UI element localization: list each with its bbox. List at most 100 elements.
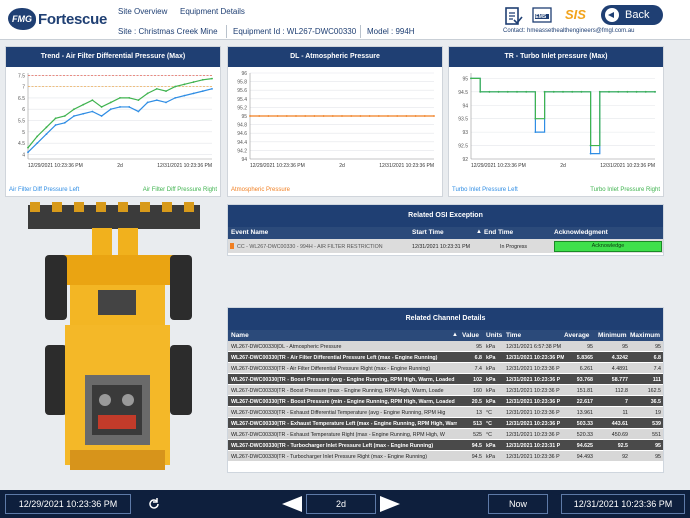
channel-row[interactable]: WL267-DWC00330|TR - Exhaust Temperature … — [228, 418, 663, 429]
iems-icon[interactable]: IEMS — [531, 6, 553, 26]
data-point — [368, 115, 371, 117]
data-point — [304, 115, 307, 117]
col-maximum[interactable]: Maximum — [630, 332, 660, 339]
channel-row[interactable]: WL267-DWC00330|TR - Exhaust Differential… — [228, 407, 663, 418]
refresh-icon[interactable] — [147, 497, 161, 511]
col-time[interactable]: Time — [506, 332, 521, 339]
channel-row[interactable]: WL267-DWC00330|TR - Turbocharger Inlet P… — [228, 440, 663, 451]
company-logo: FMG Fortescue — [8, 6, 118, 34]
data-point — [137, 110, 140, 113]
data-point — [543, 90, 546, 93]
channel-row[interactable]: WL267-DWC00330|TR - Air Filter Different… — [228, 363, 663, 374]
previous-range-arrow-icon[interactable] — [282, 496, 302, 512]
acknowledge-button[interactable]: Acknowledge — [554, 241, 662, 252]
data-point — [635, 90, 638, 93]
cell-name: WL267-DWC00330|TR - Turbocharger Inlet P… — [231, 443, 434, 449]
data-point — [470, 77, 472, 80]
y-tick-label: 94.6 — [237, 131, 247, 137]
turbo-chart[interactable]: 95 94.5 94 93.5 93 92.5 9212/29/2021 10:23:36 … — [449, 67, 663, 177]
channel-row[interactable]: WL267-DWC00330|TR - Exhaust Temperature … — [228, 429, 663, 440]
y-tick-label: 7.5 — [18, 73, 25, 79]
sort-asc-icon[interactable]: ▲ — [476, 229, 482, 235]
end-time-button[interactable]: 12/31/2021 10:23:36 PM — [561, 494, 685, 514]
col-name[interactable]: Name — [231, 332, 249, 339]
x-tick-label: 12/29/2021 10:23:36 PM — [28, 163, 83, 169]
data-point — [350, 115, 353, 117]
cell-avg: 6.261 — [579, 366, 593, 372]
cell-min: 92.5 — [617, 443, 628, 449]
contact-email[interactable]: Contact: hmeassethealthengineers@fmgl.co… — [503, 28, 635, 34]
data-point — [73, 115, 75, 117]
col-event-name[interactable]: Event Name — [231, 229, 268, 236]
osi-row[interactable]: CC - WL267-DWC00330 - 994H - AIR FILTER … — [228, 239, 663, 254]
channel-row[interactable]: WL267-DWC00330|TR - Boost Pressure (min … — [228, 396, 663, 407]
cell-name: WL267-DWC00330|TR - Air Filter Different… — [231, 366, 431, 372]
y-tick-label: 94 — [241, 157, 247, 163]
y-tick-label: 5 — [22, 130, 25, 136]
channel-row[interactable]: WL267-DWC00330|TR - Air Filter Different… — [228, 352, 663, 363]
cell-min: 58.777 — [611, 377, 628, 383]
x-tick-label: 2d — [117, 163, 123, 169]
data-point — [45, 133, 48, 136]
y-tick-label: 94.5 — [458, 90, 468, 96]
cell-name: WL267-DWC00330|TR - Boost Pressure (max … — [231, 388, 444, 394]
wheel-loader-illustration[interactable] — [0, 200, 220, 482]
data-point — [562, 90, 564, 93]
col-value[interactable]: Value — [462, 332, 479, 339]
col-minimum[interactable]: Minimum — [598, 332, 627, 339]
cell-units: kPa — [486, 344, 496, 350]
col-start-time[interactable]: Start Time — [412, 229, 444, 236]
channel-title: Related Channel Details — [228, 308, 663, 330]
data-point — [36, 135, 39, 138]
channel-row[interactable]: WL267-DWC00330|TR - Boost Pressure (max … — [228, 385, 663, 396]
start-time-button[interactable]: 12/29/2021 10:23:36 PM — [5, 494, 131, 514]
y-tick-label: 6 — [22, 107, 25, 113]
channel-row[interactable]: WL267-DWC00330|TR - Boost Pressure (avg … — [228, 374, 663, 385]
y-tick-label: 4 — [22, 152, 25, 158]
nav-equipment-details[interactable]: Equipment Details — [180, 7, 245, 16]
data-point — [36, 142, 39, 145]
col-units[interactable]: Units — [486, 332, 502, 339]
legend-left: Air Filter Diff Pressure Left — [9, 187, 80, 193]
logo-badge: FMG — [8, 8, 36, 30]
channel-row[interactable]: WL267-DWC00330|TR - Turbocharger Inlet P… — [228, 451, 663, 462]
channel-details-panel: Related Channel Details Name ▲ Value Uni… — [227, 307, 664, 473]
osi-header-row: Event Name Start Time ▲ End Time Acknowl… — [228, 227, 663, 239]
data-point — [146, 92, 149, 95]
data-point — [589, 152, 592, 155]
col-end-time[interactable]: End Time — [484, 229, 513, 236]
cell-max: 95 — [655, 454, 661, 460]
cell-value: 160 — [473, 388, 482, 394]
data-point — [377, 115, 380, 117]
x-tick-label: 12/31/2021 10:23:36 PM — [157, 163, 212, 169]
sis-icon[interactable]: SIS — [565, 6, 591, 26]
report-icon[interactable] — [503, 6, 523, 26]
cell-name: WL267-DWC00330|TR - Exhaust Temperature … — [231, 432, 445, 438]
data-point — [433, 115, 435, 117]
col-average[interactable]: Average — [564, 332, 589, 339]
data-point — [146, 101, 149, 104]
data-point — [174, 96, 177, 99]
cell-time: 12/31/2021 10:23:36 P — [506, 377, 561, 383]
chart-panel-air-filter: Trend - Air Filter Differential Pressure… — [5, 46, 221, 197]
next-range-arrow-icon[interactable] — [380, 496, 400, 512]
data-point — [192, 81, 195, 83]
data-point — [63, 121, 66, 124]
data-point — [589, 144, 592, 147]
data-point — [165, 101, 167, 104]
nav-site-overview[interactable]: Site Overview — [118, 7, 167, 16]
now-button[interactable]: Now — [488, 494, 548, 514]
air-filter-chart[interactable]: 7.5 7 6.5 6 5.5 5 4.5 412/29/2021 10:23:36 PM 2d… — [6, 67, 220, 177]
channel-row[interactable]: WL267-DWC00330|DL - Atmospheric Pressure… — [228, 341, 663, 352]
cell-name: WL267-DWC00330|TR - Exhaust Differential… — [231, 410, 446, 416]
sort-asc-icon[interactable]: ▲ — [452, 332, 458, 338]
atmospheric-chart[interactable]: 9695.895.695.495.29594.894.694.494.29412… — [228, 67, 442, 177]
cell-value: 13 — [476, 410, 482, 416]
back-button[interactable]: Back — [601, 5, 663, 25]
range-duration-button[interactable]: 2d — [306, 494, 376, 514]
data-point — [91, 110, 94, 113]
data-point — [479, 90, 482, 93]
data-point — [82, 112, 85, 115]
col-acknowledgment[interactable]: Acknowledgment — [554, 229, 608, 236]
data-point — [91, 99, 94, 102]
